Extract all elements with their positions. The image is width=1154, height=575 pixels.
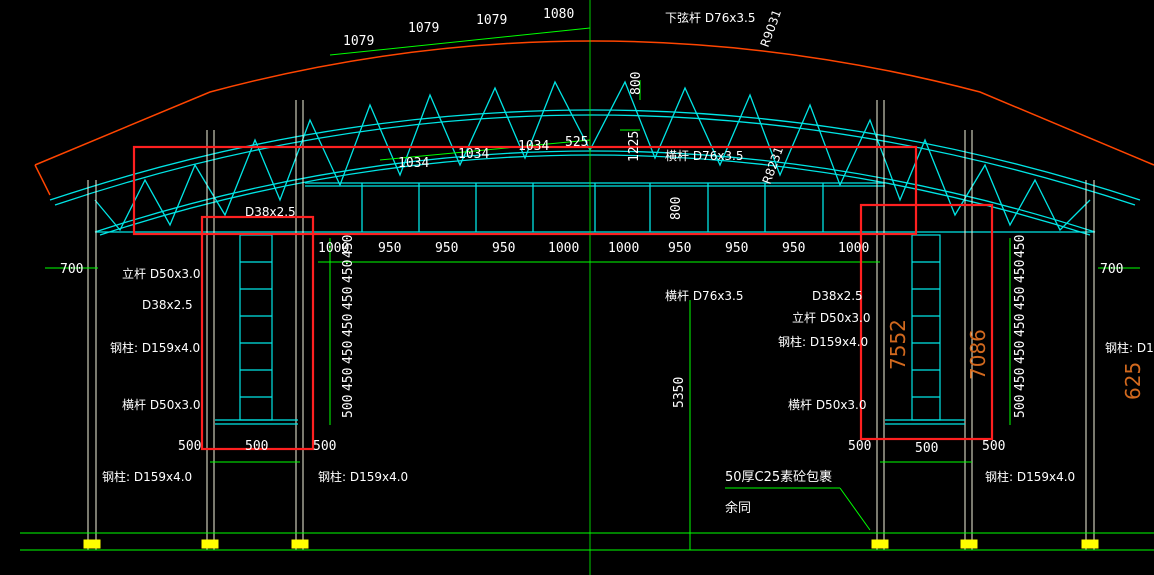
dim-500-right-b: 500 (915, 441, 938, 456)
dim-500-left-c: 500 (313, 439, 336, 454)
svg-text:450: 450 (341, 314, 356, 337)
v-dims-right: 450 450 450 450 450 450 500 (1013, 235, 1028, 418)
dim-625: 625 (1121, 362, 1145, 400)
svg-text:500: 500 (341, 395, 356, 418)
inner-dim-3: 1034 (518, 139, 549, 154)
top-member-label: 下弦杆 D76x3.5 (665, 10, 756, 25)
d38-top-label: D38x2.5 (245, 205, 296, 219)
top-dim-4: 1080 (543, 7, 574, 22)
inner-dim-2: 1034 (458, 147, 489, 162)
svg-text:450: 450 (1013, 314, 1028, 337)
svg-text:450: 450 (341, 260, 356, 283)
svg-text:450: 450 (1013, 341, 1028, 364)
svg-text:500: 500 (1013, 395, 1028, 418)
right-vertical-label: 立杆 D50x3.0 (792, 310, 871, 325)
cad-drawing: 7552 7086 625 1079 1079 1079 1080 下弦杆 D7… (0, 0, 1154, 575)
rise-1225: 1225 (627, 131, 642, 162)
dim-500-right-a: 500 (848, 439, 871, 454)
dim-700-right: 700 (1100, 262, 1123, 277)
svg-text:450: 450 (1013, 235, 1028, 258)
dim-7552: 7552 (886, 319, 910, 370)
bottom-col-label-3: 钢柱: D159x4.0 (985, 469, 1075, 484)
svg-text:1000: 1000 (838, 241, 869, 256)
dim-500-right-c: 500 (982, 439, 1005, 454)
beam-mid-label: 横杆 D76x3.5 (665, 289, 744, 303)
svg-text:450: 450 (1013, 287, 1028, 310)
right-column-label: 钢柱: D159x4.0 (778, 334, 868, 349)
svg-text:1000: 1000 (608, 241, 639, 256)
svg-text:950: 950 (668, 241, 691, 256)
bottom-col-label-1: 钢柱: D159x4.0 (102, 469, 192, 484)
svg-text:450: 450 (341, 341, 356, 364)
note-concrete: 50厚C25素砼包裹 (725, 470, 832, 485)
right-horizontal-label: 横杆 D50x3.0 (788, 398, 867, 412)
svg-text:450: 450 (341, 235, 356, 258)
far-right-label: 钢柱: D1 (1105, 340, 1154, 355)
dim-700-left: 700 (60, 262, 83, 277)
depth-800: 800 (669, 197, 684, 220)
bottom-col-label-2: 钢柱: D159x4.0 (318, 469, 408, 484)
left-column-label: 钢柱: D159x4.0 (110, 340, 200, 355)
left-horizontal-label: 横杆 D50x3.0 (122, 398, 201, 412)
top-dim-3: 1079 (476, 13, 507, 28)
svg-text:450: 450 (341, 287, 356, 310)
inner-dim-4: 525 (565, 135, 588, 150)
top-dim-2: 1079 (408, 21, 439, 36)
dim-500-left-b: 500 (245, 439, 268, 454)
note-same: 余同 (725, 500, 751, 516)
dim-500-left-a: 500 (178, 439, 201, 454)
svg-text:1000: 1000 (548, 241, 579, 256)
v-dims-left: 450 450 450 450 450 450 500 (341, 235, 356, 418)
dim-7086: 7086 (966, 329, 990, 380)
svg-text:450: 450 (1013, 368, 1028, 391)
svg-text:450: 450 (1013, 260, 1028, 283)
svg-text:950: 950 (492, 241, 515, 256)
svg-text:450: 450 (341, 368, 356, 391)
svg-text:950: 950 (725, 241, 748, 256)
top-dim-1: 1079 (343, 34, 374, 49)
height-5350: 5350 (672, 377, 687, 408)
inner-dim-1: 1034 (398, 156, 429, 171)
left-diag-label: D38x2.5 (142, 298, 193, 312)
truss-depth: 800 (629, 72, 644, 95)
beam-top-label: 横杆 D76x3.5 (665, 149, 744, 163)
svg-text:950: 950 (378, 241, 401, 256)
svg-text:950: 950 (782, 241, 805, 256)
svg-text:950: 950 (435, 241, 458, 256)
left-vertical-label: 立杆 D50x3.0 (122, 266, 201, 281)
right-diag-label: D38x2.5 (812, 289, 863, 303)
